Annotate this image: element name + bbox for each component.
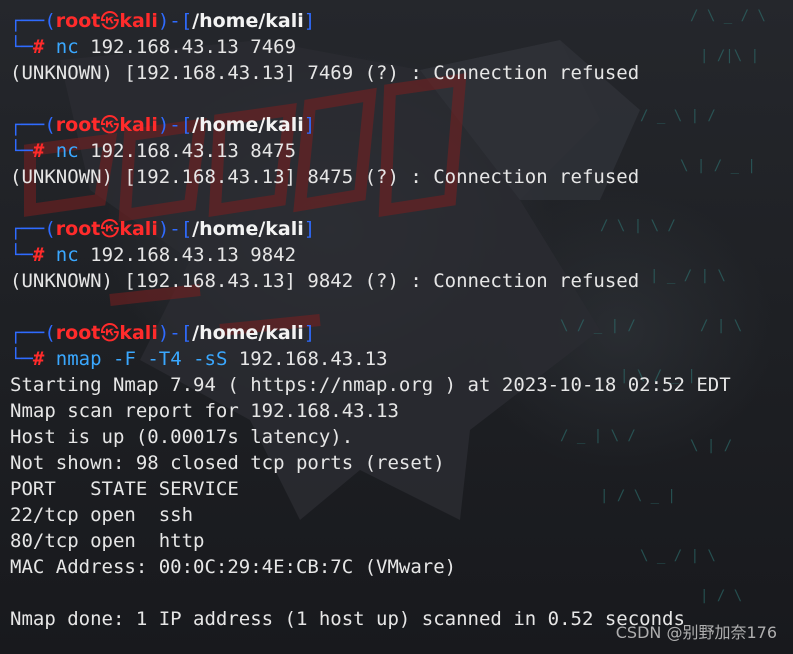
- prompt-line: ┌──(root㉿kali)-[/home/kali]: [10, 8, 793, 34]
- output-line: Not shown: 98 closed tcp ports (reset): [10, 452, 445, 474]
- command-args: 192.168.43.13 9842: [78, 244, 297, 266]
- prompt-line: ┌──(root㉿kali)-[/home/kali]: [10, 320, 793, 346]
- command-line: └─# nmap -F -T4 -sS 192.168.43.13: [10, 346, 793, 372]
- prompt-user: root: [55, 114, 101, 136]
- prompt-frame-bottom: └─: [10, 244, 33, 266]
- prompt-host: kali: [119, 10, 158, 32]
- command-args: 192.168.43.13: [227, 348, 388, 370]
- terminal-window[interactable]: / \ _ / \ | /|\ | / _ \ | / \ | / _ | / …: [0, 0, 793, 654]
- prompt-frame-bottom: └─: [10, 140, 33, 162]
- command-line: └─# nc 192.168.43.13 9842: [10, 242, 793, 268]
- output-line: Starting Nmap 7.94 ( https://nmap.org ) …: [10, 374, 731, 396]
- output-line: PORT STATE SERVICE: [10, 478, 239, 500]
- output-line: (UNKNOWN) [192.168.43.13] 9842 (?) : Con…: [10, 270, 640, 292]
- prompt-host: kali: [119, 322, 158, 344]
- prompt-path: /home/kali: [192, 10, 304, 32]
- csdn-watermark: CSDN @别野加奈176: [615, 623, 777, 642]
- prompt-at-symbol: ㉿: [100, 10, 120, 32]
- prompt-frame: ┌──(: [10, 322, 56, 344]
- prompt-path: /home/kali: [192, 322, 304, 344]
- prompt-user: root: [55, 322, 101, 344]
- prompt-host: kali: [119, 218, 158, 240]
- command-name: nc: [55, 244, 79, 266]
- prompt-user: root: [55, 10, 101, 32]
- root-hash: #: [32, 36, 45, 58]
- prompt-at-symbol: ㉿: [100, 218, 120, 240]
- output-line: 80/tcp open http: [10, 530, 205, 552]
- prompt-user: root: [55, 218, 101, 240]
- output-line: MAC Address: 00:0C:29:4E:CB:7C (VMware): [10, 556, 457, 578]
- prompt-frame-mid: )-[: [157, 322, 193, 344]
- output-line: Nmap scan report for 192.168.43.13: [10, 400, 399, 422]
- command-name: nmap: [55, 348, 102, 370]
- command-line: └─# nc 192.168.43.13 8475: [10, 138, 793, 164]
- output-line: Host is up (0.00017s latency).: [10, 426, 354, 448]
- prompt-frame: ┌──(: [10, 10, 56, 32]
- prompt-host: kali: [119, 114, 158, 136]
- prompt-frame-mid: )-[: [157, 10, 193, 32]
- prompt-at-symbol: ㉿: [100, 322, 120, 344]
- prompt-frame-close: ]: [303, 218, 316, 240]
- prompt-frame: ┌──(: [10, 114, 56, 136]
- root-hash: #: [32, 140, 45, 162]
- prompt-frame-mid: )-[: [157, 114, 193, 136]
- output-line: (UNKNOWN) [192.168.43.13] 8475 (?) : Con…: [10, 166, 640, 188]
- prompt-path: /home/kali: [192, 114, 304, 136]
- root-hash: #: [32, 244, 45, 266]
- terminal-output: ┌──(root㉿kali)-[/home/kali] └─# nc 192.1…: [0, 8, 793, 632]
- prompt-frame: ┌──(: [10, 218, 56, 240]
- prompt-frame-mid: )-[: [157, 218, 193, 240]
- command-name: nc: [55, 36, 79, 58]
- prompt-at-symbol: ㉿: [100, 114, 120, 136]
- prompt-frame-close: ]: [303, 114, 316, 136]
- prompt-frame-bottom: └─: [10, 36, 33, 58]
- prompt-frame-close: ]: [303, 10, 316, 32]
- command-args: 192.168.43.13 7469: [78, 36, 297, 58]
- command-args: 192.168.43.13 8475: [78, 140, 297, 162]
- command-flags: -F -T4 -sS: [101, 348, 228, 370]
- root-hash: #: [32, 348, 45, 370]
- prompt-frame-bottom: └─: [10, 348, 33, 370]
- output-line: 22/tcp open ssh: [10, 504, 194, 526]
- prompt-line: ┌──(root㉿kali)-[/home/kali]: [10, 112, 793, 138]
- prompt-frame-close: ]: [303, 322, 316, 344]
- command-line: └─# nc 192.168.43.13 7469: [10, 34, 793, 60]
- prompt-line: ┌──(root㉿kali)-[/home/kali]: [10, 216, 793, 242]
- prompt-path: /home/kali: [192, 218, 304, 240]
- output-line: (UNKNOWN) [192.168.43.13] 7469 (?) : Con…: [10, 62, 640, 84]
- command-name: nc: [55, 140, 79, 162]
